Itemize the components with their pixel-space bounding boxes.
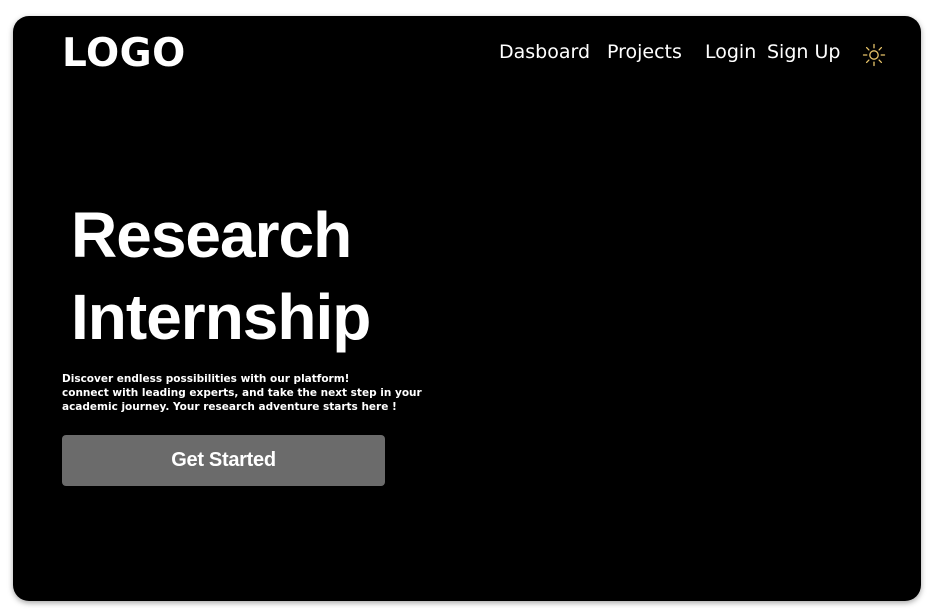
- nav-link-projects[interactable]: Projects: [607, 43, 682, 62]
- nav-link-login[interactable]: Login: [705, 43, 756, 62]
- get-started-button[interactable]: Get Started: [62, 435, 385, 486]
- hero-description: Discover endless possibilities with our …: [62, 372, 422, 414]
- nav-link-dashboard[interactable]: Dasboard: [499, 43, 590, 62]
- sun-icon: [862, 43, 886, 67]
- hero-title-line-2: Internship: [71, 281, 371, 353]
- hero-title-line-1: Research: [71, 199, 352, 271]
- nav-link-sign-up[interactable]: Sign Up: [767, 43, 840, 62]
- hero-title: Research Internship: [71, 194, 371, 358]
- hero-description-line-2: connect with leading experts, and take t…: [62, 387, 422, 399]
- theme-toggle-button[interactable]: [861, 42, 887, 68]
- hero-description-line-1: Discover endless possibilities with our …: [62, 373, 350, 385]
- app-window: LOGO Dasboard Projects Login Sign Up Res…: [13, 16, 921, 601]
- logo[interactable]: LOGO: [62, 34, 186, 73]
- hero-description-line-3: academic journey. Your research adventur…: [62, 401, 397, 413]
